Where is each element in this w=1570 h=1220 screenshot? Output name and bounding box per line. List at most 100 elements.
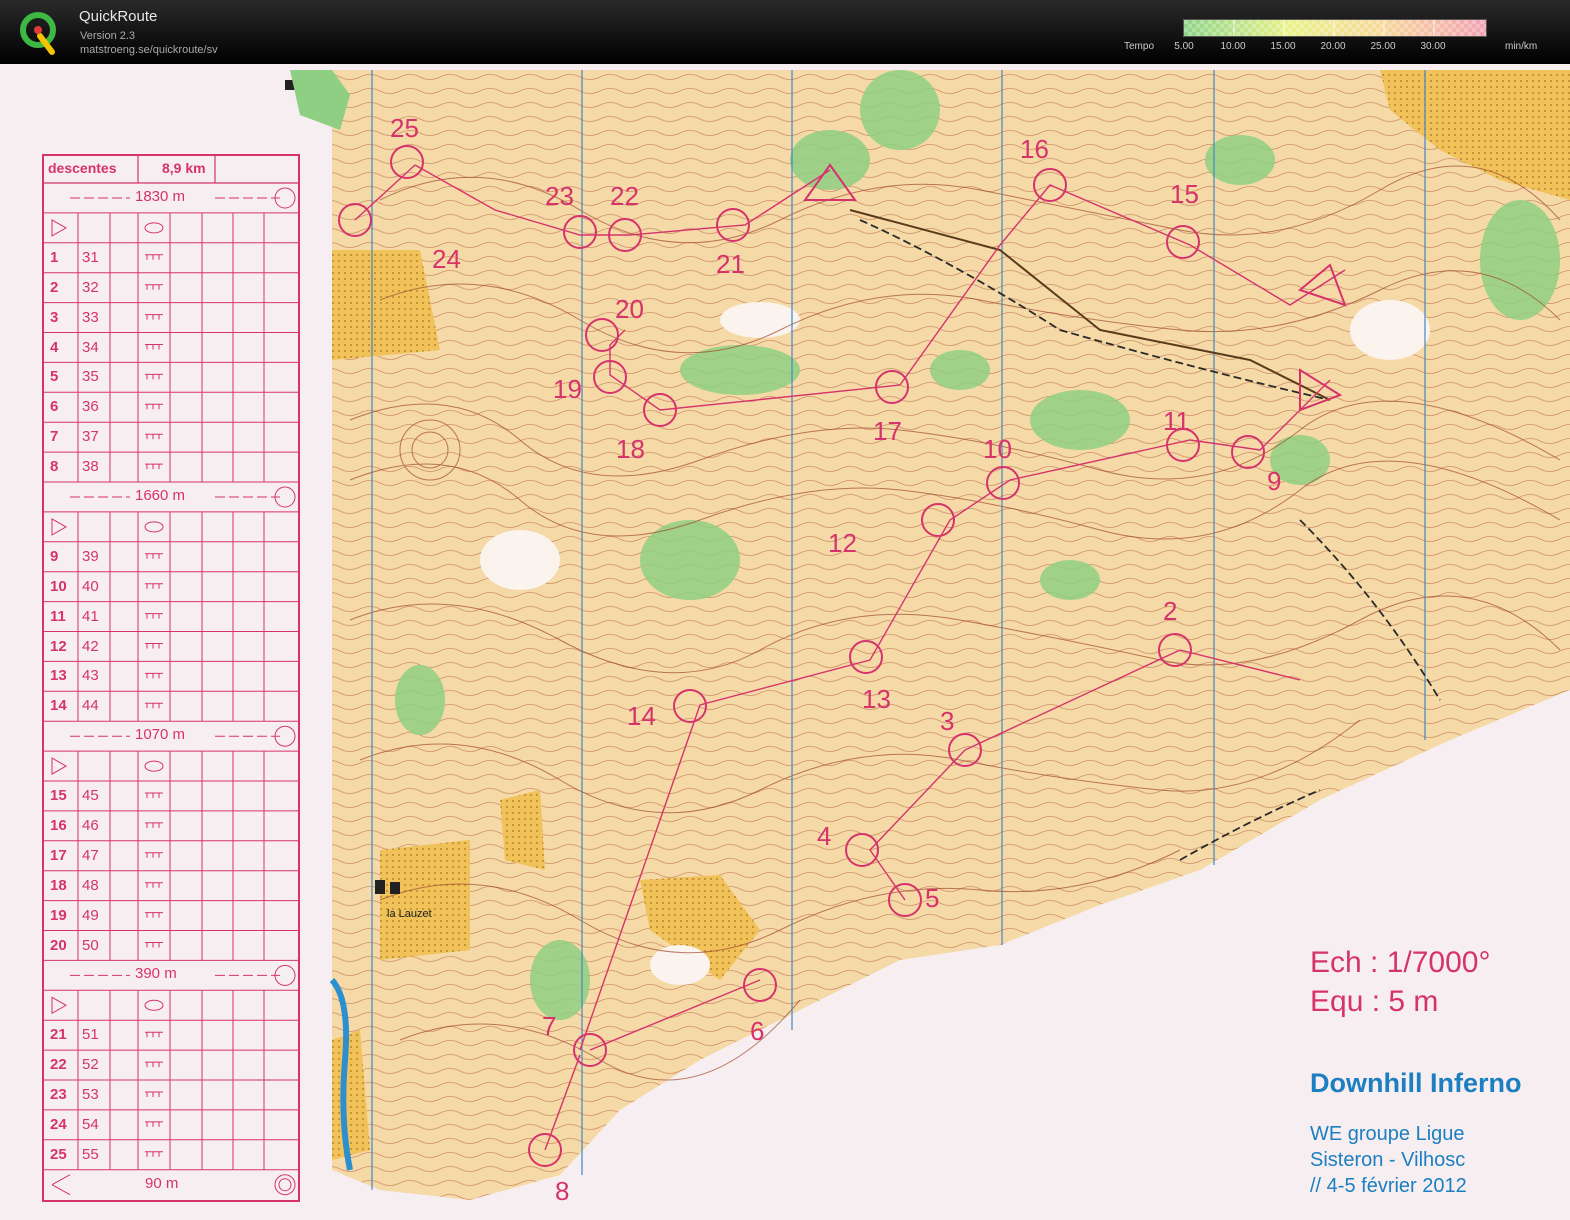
control-number-cell: 1: [50, 248, 59, 266]
control-number: 25: [390, 113, 419, 143]
title-bar: QuickRoute Version 2.3 matstroeng.se/qui…: [0, 0, 1570, 64]
event-line: WE groupe Ligue: [1310, 1123, 1465, 1145]
tempo-tick: 5.00: [1174, 41, 1194, 52]
description-grid: [42, 154, 300, 1202]
control-number-cell: 8: [50, 458, 59, 476]
control-code-cell: 51: [82, 1026, 99, 1044]
control-code-cell: 46: [82, 816, 99, 834]
quickroute-logo-icon: [20, 12, 56, 55]
app-version: Version 2.3: [80, 30, 136, 42]
control-number-cell: 14: [50, 697, 67, 715]
control-code-cell: 33: [82, 308, 99, 326]
app-title: QuickRoute: [79, 8, 158, 25]
control-code-cell: 44: [82, 697, 99, 715]
control-number-cell: 4: [50, 338, 59, 356]
control-description-sheet: descentes 8,9 km 1830 m 1 31 2 32 3 33 4 34 5 35 6 3…: [40, 154, 300, 1202]
control-number: 14: [627, 701, 656, 731]
control-number: 21: [716, 249, 745, 279]
control-number-cell: 22: [50, 1056, 67, 1074]
control-code-cell: 39: [82, 547, 99, 565]
control-code-cell: 55: [82, 1145, 99, 1163]
control-code-cell: 45: [82, 787, 99, 804]
control-number: 16: [1020, 134, 1049, 164]
finish-distance: 90 m: [145, 1174, 179, 1192]
tempo-tick: 10.00: [1220, 41, 1246, 52]
control-number-cell: 17: [50, 846, 67, 864]
control-number: 24: [432, 244, 461, 274]
course-name: descentes: [48, 160, 117, 176]
control-code-cell: 34: [82, 338, 99, 356]
control-number: 12: [828, 528, 857, 558]
control-number: 13: [862, 684, 891, 714]
control-number: 18: [616, 434, 645, 464]
control-code-cell: 54: [82, 1115, 99, 1133]
map-equidistance: Equ : 5 m: [1310, 985, 1439, 1018]
control-number-cell: 24: [50, 1115, 67, 1133]
control-code-cell: 48: [82, 876, 99, 894]
control-number: 3: [940, 706, 954, 736]
control-code-cell: 52: [82, 1056, 99, 1074]
leg-distance: 390 m: [135, 965, 177, 983]
control-number-cell: 13: [50, 667, 67, 685]
control-code-cell: 43: [82, 667, 99, 685]
control-number: 8: [555, 1176, 569, 1206]
control-number: 22: [610, 181, 639, 211]
control-code-cell: 47: [82, 846, 99, 864]
control-number-cell: 15: [50, 787, 67, 804]
control-code-cell: 41: [82, 607, 99, 625]
event-title: Downhill Inferno: [1310, 1068, 1522, 1098]
control-number: 2: [1163, 596, 1177, 626]
control-number-cell: 19: [50, 906, 67, 924]
control-number: 5: [925, 883, 939, 913]
control-number: 23: [545, 181, 574, 211]
event-line: // 4-5 février 2012: [1310, 1175, 1467, 1197]
course-length: 8,9 km: [162, 160, 206, 176]
app-url[interactable]: matstroeng.se/quickroute/sv: [80, 44, 218, 56]
tempo-tick: 30.00: [1420, 41, 1446, 52]
control-number: 10: [983, 434, 1012, 464]
control-number: 6: [750, 1016, 764, 1046]
tempo-gradient: [1184, 20, 1486, 36]
control-number-cell: 7: [50, 428, 59, 446]
tempo-tick: 20.00: [1320, 41, 1346, 52]
control-number: 4: [817, 821, 831, 851]
control-number-cell: 3: [50, 308, 59, 326]
control-code-cell: 36: [82, 398, 99, 416]
map-scale: Ech : 1/7000°: [1310, 946, 1491, 979]
control-number-cell: 23: [50, 1086, 67, 1103]
tempo-tick: 25.00: [1370, 41, 1396, 52]
control-number: 9: [1267, 466, 1281, 496]
control-code-cell: 49: [82, 906, 99, 924]
control-number-cell: 20: [50, 936, 67, 954]
control-number: 17: [873, 416, 902, 446]
control-number-cell: 25: [50, 1145, 67, 1163]
control-code-cell: 35: [82, 368, 99, 386]
control-code-cell: 53: [82, 1086, 99, 1103]
control-number: 20: [615, 294, 644, 324]
control-number-cell: 10: [50, 577, 67, 595]
control-code-cell: 32: [82, 278, 99, 296]
control-number-cell: 6: [50, 398, 59, 416]
control-code-cell: 50: [82, 936, 99, 954]
control-number-cell: 5: [50, 368, 59, 386]
tempo-tick: 15.00: [1270, 41, 1296, 52]
event-line: Sisteron - Vilhosc: [1310, 1149, 1466, 1171]
control-number-cell: 9: [50, 547, 59, 565]
leg-distance: 1070 m: [135, 726, 186, 744]
open-land: [500, 790, 545, 870]
control-number-cell: 2: [50, 278, 59, 296]
place-name: la Lauzet: [387, 908, 432, 920]
tempo-unit: min/km: [1505, 41, 1538, 52]
control-number: 7: [542, 1011, 556, 1041]
control-number: 15: [1170, 179, 1199, 209]
control-code-cell: 40: [82, 577, 99, 595]
control-number-cell: 11: [50, 607, 66, 625]
control-code-cell: 42: [82, 637, 99, 655]
tempo-label: Tempo: [1124, 41, 1155, 52]
control-code-cell: 31: [82, 248, 99, 266]
open-land: [380, 840, 470, 960]
leg-distance: 1830 m: [135, 188, 186, 205]
control-number: 19: [553, 374, 582, 404]
control-number-cell: 16: [50, 816, 67, 834]
control-number-cell: 12: [50, 637, 67, 655]
